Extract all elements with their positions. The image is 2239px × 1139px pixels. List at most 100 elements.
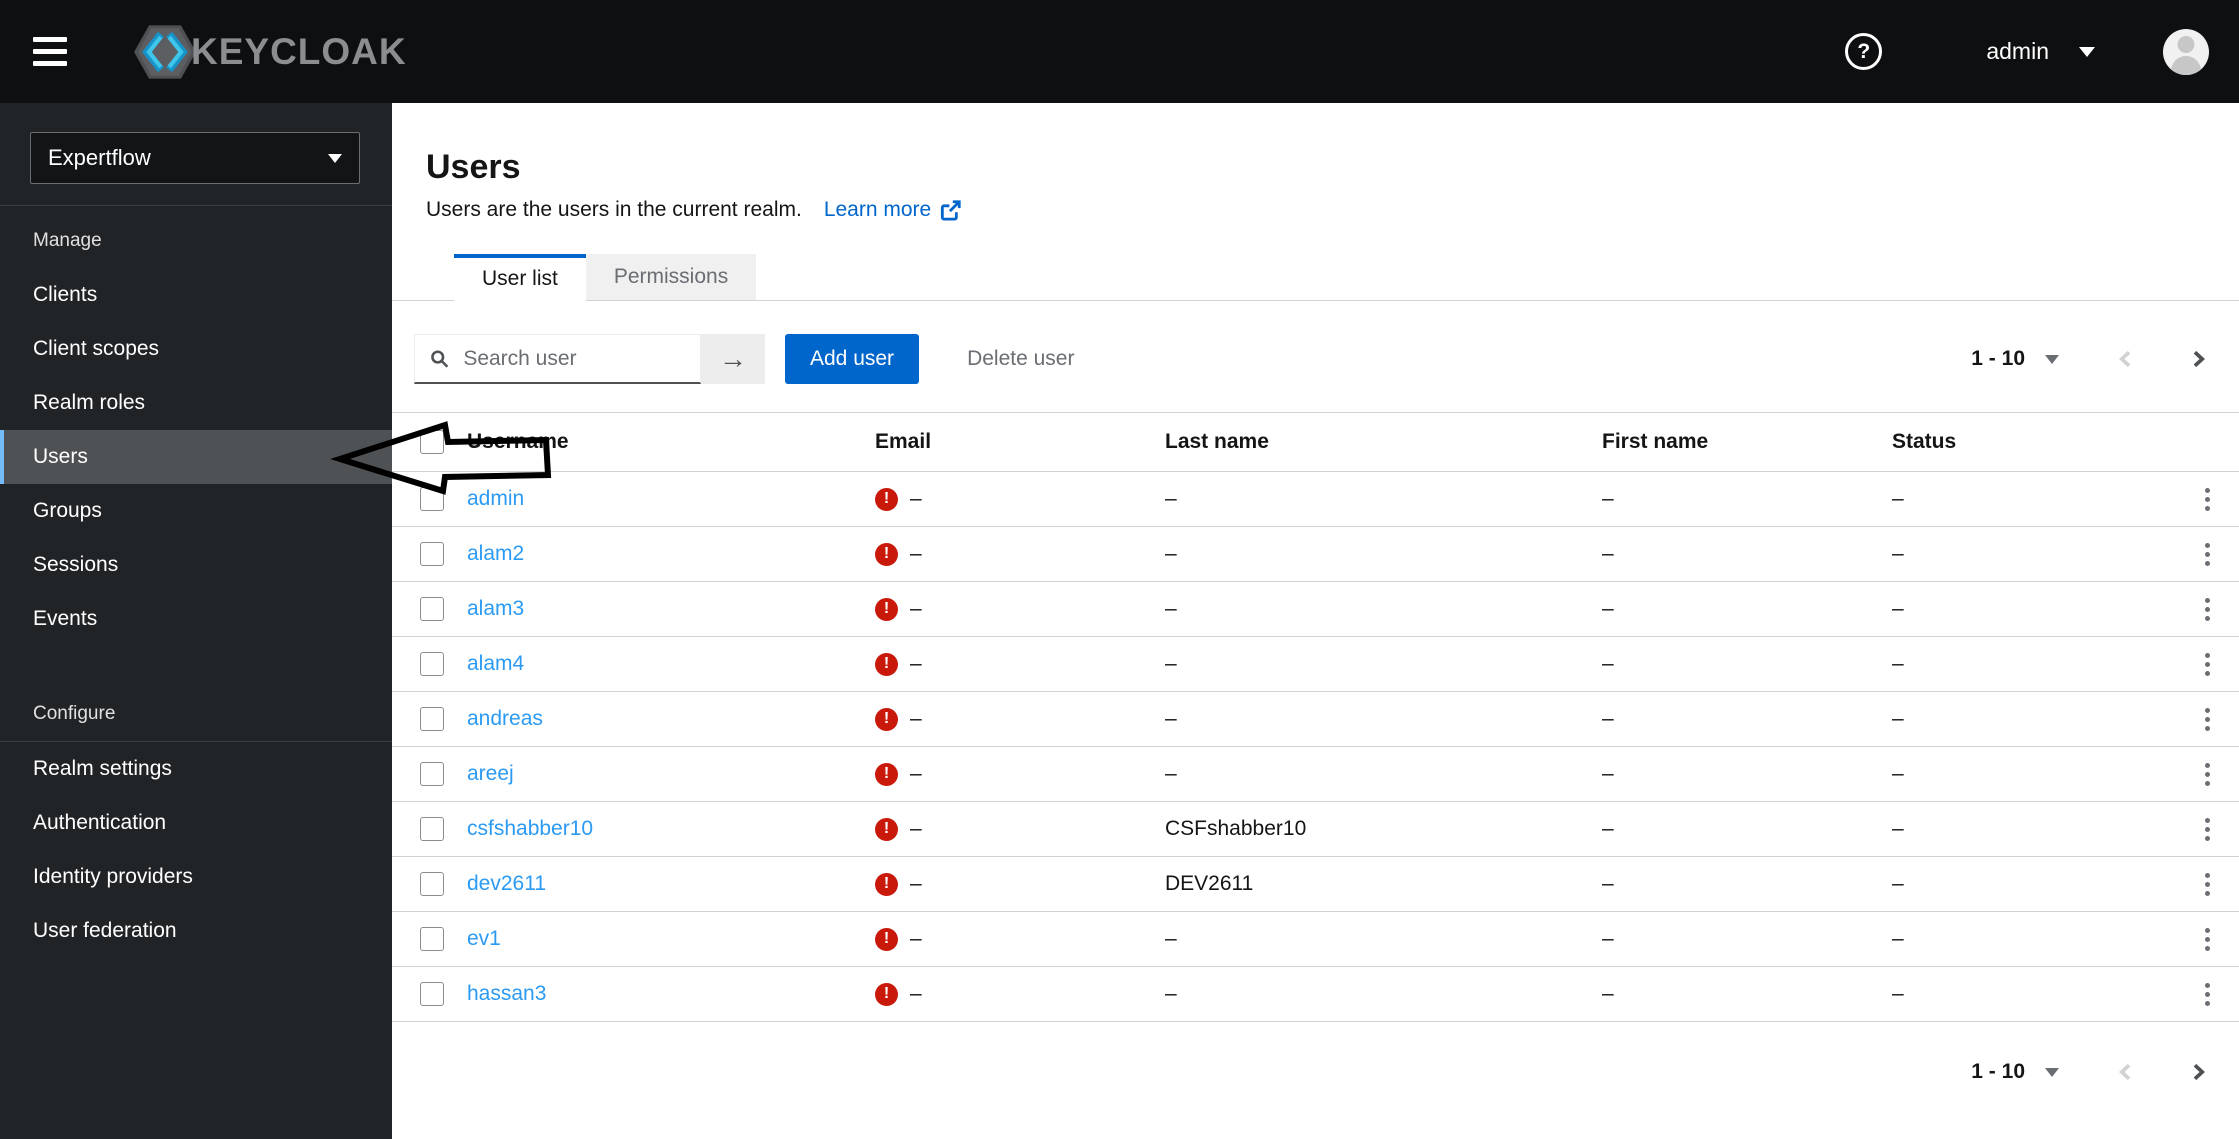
row-select-cell [392,652,467,676]
next-page-button[interactable] [2187,1061,2209,1083]
keycloak-admin-console: { "header": { "brand": "KEYCLOAK", "help… [0,0,2239,1139]
sidebar-item[interactable]: Realm roles [0,376,392,430]
column-header-username[interactable]: Username [467,430,875,454]
row-actions-kebab-icon[interactable] [2199,702,2216,737]
first-name-cell: – [1602,707,1614,730]
pagination-range-dropdown[interactable]: 1 - 10 [1965,1059,2065,1085]
username-cell: dev2611 [467,872,875,896]
select-all-cell [392,430,467,454]
add-user-button[interactable]: Add user [785,334,920,384]
help-icon[interactable]: ? [1845,33,1883,70]
chevron-right-icon [2193,350,2205,368]
row-actions-kebab-icon[interactable] [2199,482,2216,517]
nav-toggle-button[interactable] [33,37,67,66]
row-checkbox[interactable] [420,652,444,676]
sidebar-item[interactable]: Users [0,430,392,484]
column-header-last-name[interactable]: Last name [1165,430,1602,454]
username-link[interactable]: areej [467,762,514,785]
first-name-cell: – [1602,597,1614,620]
row-actions-kebab-icon[interactable] [2199,537,2216,572]
row-checkbox[interactable] [420,927,444,951]
search-box [414,334,701,384]
row-actions-kebab-icon[interactable] [2199,922,2216,957]
row-actions-kebab-icon[interactable] [2199,867,2216,902]
row-checkbox[interactable] [420,872,444,896]
bottom-bar: 1 - 10 [392,1050,2239,1094]
avatar[interactable] [2163,28,2209,75]
pagination-range-dropdown[interactable]: 1 - 10 [1965,346,2065,372]
status-cell: – [1892,762,1904,785]
row-checkbox[interactable] [420,762,444,786]
learn-more-link[interactable]: Learn more [824,198,961,222]
column-header-status[interactable]: Status [1892,430,2175,454]
row-actions-kebab-icon[interactable] [2199,647,2216,682]
email-alert-icon: ! [875,762,898,786]
select-all-checkbox[interactable] [420,430,444,454]
table-row: alam2 ! – – – – [392,527,2239,582]
realm-selector[interactable]: Expertflow [30,132,360,184]
email-alert-icon: ! [875,487,898,511]
sidebar-item[interactable]: Identity providers [0,850,392,904]
nav-group-manage-label: Manage [33,230,102,251]
row-actions-kebab-icon[interactable] [2199,757,2216,792]
row-select-cell [392,817,467,841]
username-link[interactable]: alam4 [467,652,524,675]
username-link[interactable]: dev2611 [467,872,546,895]
sidebar-item[interactable]: Client scopes [0,322,392,376]
row-checkbox[interactable] [420,487,444,511]
external-link-icon [941,199,961,221]
row-actions-kebab-icon[interactable] [2199,977,2216,1012]
sidebar-item[interactable]: Groups [0,484,392,538]
tab-permissions[interactable]: Permissions [585,254,757,300]
username-link[interactable]: csfshabber10 [467,817,593,840]
next-page-button[interactable] [2187,348,2209,370]
username-link[interactable]: alam3 [467,597,524,620]
column-header-first-name[interactable]: First name [1602,430,1892,454]
prev-page-button[interactable] [2115,1061,2137,1083]
email-cell: ! – [875,817,1165,841]
row-actions-kebab-icon[interactable] [2199,592,2216,627]
row-checkbox[interactable] [420,982,444,1006]
email-cell: ! – [875,487,1165,511]
username-link[interactable]: alam2 [467,542,524,565]
email-alert-icon: ! [875,542,898,566]
status-cell: – [1892,652,1904,675]
column-header-email[interactable]: Email [875,430,1165,454]
nav-group-manage: Clients Client scopes Realm roles Users … [0,268,392,646]
username-link[interactable]: andreas [467,707,543,730]
sidebar-item[interactable]: Events [0,592,392,646]
email-alert-icon: ! [875,652,898,676]
email-value: – [910,707,922,730]
first-name-cell: – [1602,817,1614,840]
first-name-cell: – [1602,872,1614,895]
sidebar-item[interactable]: User federation [0,904,392,958]
row-select-cell [392,597,467,621]
table-row: andreas ! – – – – [392,692,2239,747]
sidebar-item[interactable]: Sessions [0,538,392,592]
prev-page-button[interactable] [2115,348,2137,370]
sidebar-item[interactable]: Realm settings [0,742,392,796]
row-checkbox[interactable] [420,597,444,621]
user-menu-dropdown[interactable]: admin [1980,37,2101,66]
last-name-cell: – [1165,597,1177,620]
username-link[interactable]: hassan3 [467,982,546,1005]
email-alert-icon: ! [875,927,898,951]
username-link[interactable]: admin [467,487,524,510]
sidebar-item[interactable]: Clients [0,268,392,322]
row-checkbox[interactable] [420,707,444,731]
row-checkbox[interactable] [420,542,444,566]
hamburger-icon [33,37,67,42]
row-checkbox[interactable] [420,817,444,841]
search-submit-button[interactable]: → [701,334,765,384]
email-value: – [910,927,922,950]
sidebar-item[interactable]: Authentication [0,796,392,850]
tab-user-list[interactable]: User list [454,254,586,301]
row-actions-kebab-icon[interactable] [2199,812,2216,847]
email-value: – [910,652,922,675]
email-value: – [910,982,922,1005]
pagination-range-text: 1 - 10 [1971,347,2025,370]
username-link[interactable]: ev1 [467,927,501,950]
search-input[interactable] [461,345,690,372]
delete-user-button[interactable]: Delete user [961,346,1080,372]
keycloak-logo: KEYCLOAK [133,24,407,80]
